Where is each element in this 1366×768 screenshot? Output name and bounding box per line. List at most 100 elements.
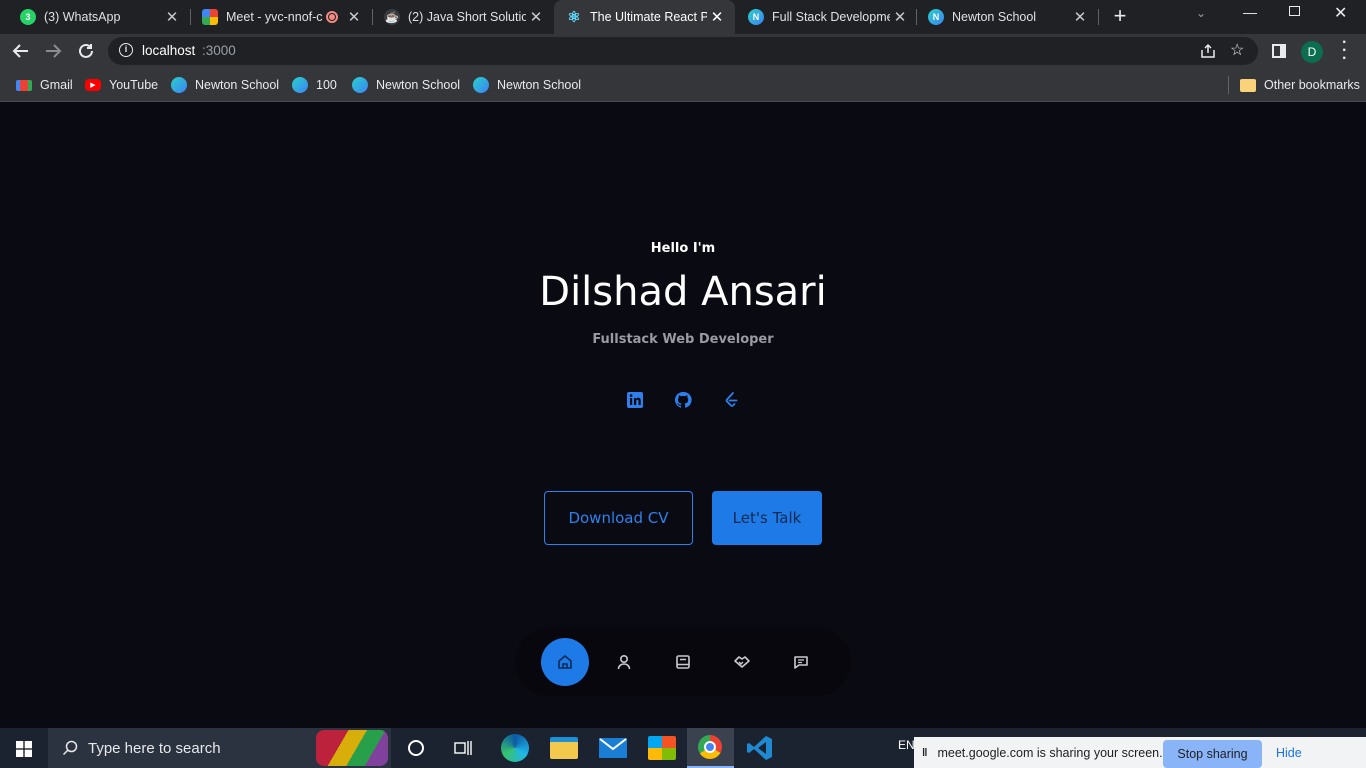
- windows-start-icon[interactable]: [16, 741, 32, 757]
- java-icon: ☕: [384, 9, 400, 25]
- close-tab-icon[interactable]: ✕: [162, 8, 182, 26]
- close-tab-icon[interactable]: ✕: [890, 8, 910, 26]
- bookmark-100[interactable]: 100: [292, 76, 337, 94]
- folder-icon: [1240, 78, 1256, 92]
- search-highlight-graphic: [316, 730, 388, 766]
- bookmarks-bar: Gmail ▶ YouTube Newton School 100 Newton…: [0, 68, 1366, 102]
- bookmark-newton-1[interactable]: Newton School: [171, 76, 279, 94]
- restore-icon[interactable]: [1289, 6, 1300, 16]
- newton-icon: N: [928, 9, 944, 25]
- message-icon: [794, 656, 808, 669]
- hide-button[interactable]: Hide: [1276, 746, 1302, 760]
- close-window-icon[interactable]: ✕: [1334, 3, 1347, 23]
- profile-avatar[interactable]: D: [1301, 41, 1323, 63]
- bookmark-label: 100: [316, 78, 337, 92]
- url-port: :3000: [202, 43, 236, 58]
- chrome-taskbar-active[interactable]: [687, 728, 734, 768]
- vscode-icon[interactable]: [746, 734, 774, 762]
- tab-search-icon[interactable]: ⌄: [1196, 6, 1206, 20]
- store-icon[interactable]: [648, 736, 676, 760]
- nav-services[interactable]: [718, 638, 766, 686]
- close-tab-icon[interactable]: ✕: [707, 8, 727, 26]
- file-explorer-icon[interactable]: [550, 737, 578, 759]
- tab-title: (2) Java Short Solution: [408, 10, 526, 24]
- close-tab-icon[interactable]: ✕: [1070, 8, 1090, 26]
- tab-whatsapp[interactable]: 3 (3) WhatsApp ✕: [0, 0, 190, 34]
- reload-icon[interactable]: [77, 42, 95, 60]
- gmail-icon: [16, 79, 32, 91]
- side-panel-icon[interactable]: [1272, 44, 1286, 58]
- tab-title: The Ultimate React Pe: [590, 10, 707, 24]
- recording-icon: [326, 11, 338, 23]
- download-cv-button[interactable]: Download CV: [544, 491, 693, 545]
- tab-newton[interactable]: N Newton School ✕: [908, 0, 1098, 34]
- screen-share-bar: ‖ meet.google.com is sharing your screen…: [914, 737, 1366, 768]
- menu-icon[interactable]: · · ·: [1342, 35, 1347, 67]
- tab-title: Full Stack Developmer: [772, 10, 890, 24]
- bookmark-newton-2[interactable]: Newton School: [352, 76, 460, 94]
- newton-icon: N: [748, 9, 764, 25]
- other-bookmarks-label: Other bookmarks: [1264, 78, 1360, 92]
- whatsapp-icon: 3: [20, 9, 36, 25]
- bookmark-star-icon[interactable]: ☆: [1230, 40, 1244, 60]
- task-view-icon[interactable]: [454, 740, 472, 756]
- github-icon[interactable]: [674, 391, 692, 409]
- tab-meet[interactable]: Meet - yvc-nnof-c ✕: [182, 0, 372, 34]
- bookmark-label: YouTube: [109, 78, 159, 92]
- floating-nav: [515, 628, 851, 696]
- minimize-icon[interactable]: —: [1243, 4, 1257, 20]
- youtube-icon: ▶: [85, 79, 101, 91]
- browser-toolbar: i localhost :3000 ☆ D · · ·: [0, 34, 1366, 68]
- share-message: meet.google.com is sharing your screen.: [937, 745, 1163, 760]
- lets-talk-button[interactable]: Let's Talk: [712, 491, 822, 545]
- close-tab-icon[interactable]: ✕: [526, 8, 546, 26]
- home-icon: [558, 655, 572, 669]
- back-icon[interactable]: [12, 42, 30, 60]
- search-placeholder: Type here to search: [88, 739, 221, 757]
- mail-icon[interactable]: [599, 738, 627, 758]
- nav-about[interactable]: [600, 638, 648, 686]
- bookmark-gmail[interactable]: Gmail: [16, 76, 73, 94]
- tab-title: Meet - yvc-nnof-c: [226, 10, 323, 24]
- newton-icon: [171, 77, 187, 93]
- user-icon: [617, 654, 631, 670]
- site-info-icon[interactable]: i: [119, 43, 133, 57]
- newton-icon: [473, 77, 489, 93]
- tab-strip: 3 (3) WhatsApp ✕ Meet - yvc-nnof-c ✕ ☕ (…: [0, 0, 1366, 34]
- page-title: Dilshad Ansari: [539, 269, 827, 315]
- language-indicator[interactable]: EN: [898, 738, 915, 752]
- bookmark-label: Newton School: [497, 78, 582, 92]
- other-bookmarks[interactable]: Other bookmarks: [1240, 76, 1360, 94]
- address-bar[interactable]: i localhost :3000 ☆: [108, 37, 1258, 65]
- cortana-icon[interactable]: [408, 740, 424, 756]
- leetcode-icon[interactable]: [722, 391, 740, 409]
- tab-fullstack[interactable]: N Full Stack Developmer ✕: [728, 0, 918, 34]
- google-meet-icon: [202, 9, 218, 25]
- bookmark-label: Newton School: [195, 78, 280, 92]
- bookmark-youtube[interactable]: ▶ YouTube: [85, 76, 158, 94]
- tab-java[interactable]: ☕ (2) Java Short Solution ✕: [364, 0, 554, 34]
- bookmark-label: Newton School: [376, 78, 461, 92]
- greeting: Hello I'm: [650, 241, 716, 256]
- tab-react-active[interactable]: ⚛ The Ultimate React Pe ✕: [554, 0, 735, 34]
- nav-contact[interactable]: [777, 638, 825, 686]
- stop-sharing-button[interactable]: Stop sharing: [1163, 740, 1262, 768]
- new-tab-button[interactable]: +: [1108, 4, 1132, 28]
- tab-title: (3) WhatsApp: [44, 10, 121, 24]
- forward-icon[interactable]: [44, 42, 62, 60]
- share-icon[interactable]: [1200, 43, 1216, 59]
- edge-icon[interactable]: [501, 734, 529, 762]
- role-subtitle: Fullstack Web Developer: [592, 332, 774, 347]
- taskbar-search[interactable]: Type here to search: [48, 728, 391, 768]
- bookmark-newton-3[interactable]: Newton School: [473, 76, 581, 94]
- handshake-icon: [734, 656, 750, 668]
- newton-icon: [352, 77, 368, 93]
- nav-home[interactable]: [541, 638, 589, 686]
- chrome-icon: [698, 735, 722, 759]
- book-icon: [676, 655, 690, 669]
- nav-experience[interactable]: [659, 638, 707, 686]
- linkedin-icon[interactable]: [626, 391, 644, 409]
- url-host: localhost: [142, 43, 196, 58]
- drag-handle-icon[interactable]: ‖: [922, 747, 927, 759]
- close-tab-icon[interactable]: ✕: [344, 8, 364, 26]
